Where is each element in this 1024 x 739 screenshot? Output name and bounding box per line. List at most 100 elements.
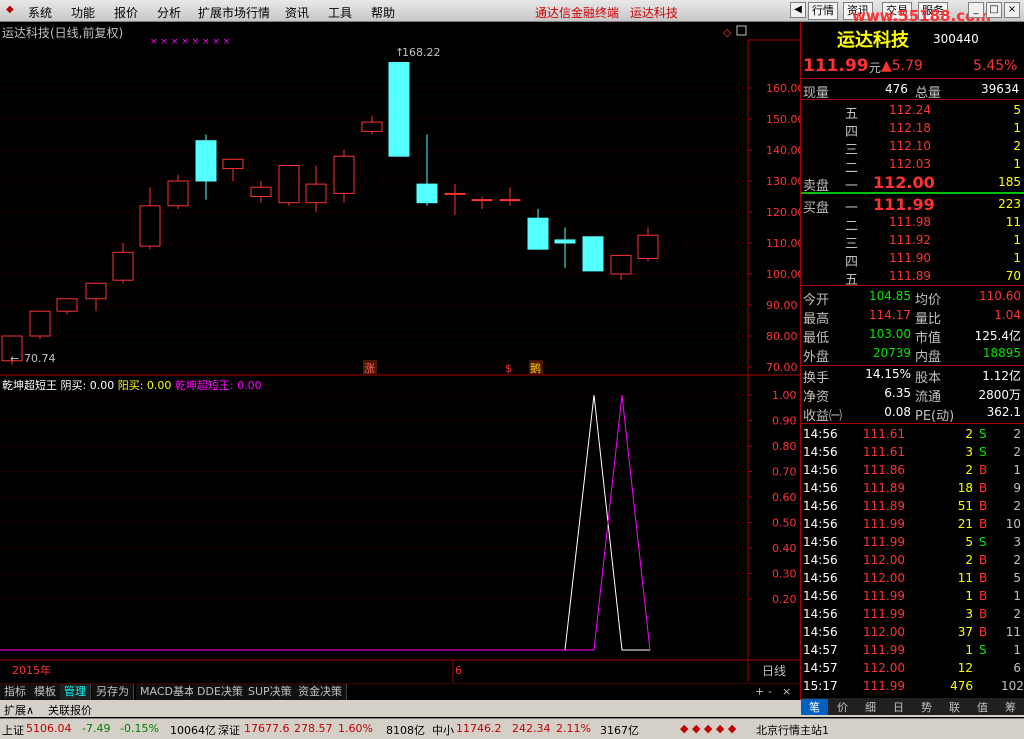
y-axis-label: 140.00 xyxy=(766,144,800,157)
candle-body xyxy=(278,165,300,204)
high-price-label: 168.22 xyxy=(402,46,441,59)
bid-level-row[interactable]: 五 111.89 70 xyxy=(801,268,1024,288)
logo-icon: ◆ xyxy=(6,4,14,15)
indicator-item-qiankun: 乾坤超短王: 0.00 xyxy=(174,379,262,392)
indicator-item-yangmai: 阳买: 0.00 xyxy=(117,379,172,392)
indicator-axis-label: 1.00 xyxy=(772,389,797,402)
bid-level-row[interactable]: 四 111.90 1 xyxy=(801,250,1024,270)
quote-tab[interactable]: 日 xyxy=(885,699,912,715)
tab-sup[interactable]: SUP决策 xyxy=(244,684,297,700)
candle-body xyxy=(499,199,521,202)
y-axis-label: 100.00 xyxy=(766,268,800,281)
quote-tab[interactable]: 联 xyxy=(941,699,968,715)
last-price: 111.99 xyxy=(803,56,869,76)
candle-body xyxy=(554,239,576,244)
volume-row: 现量 476 总量 39634 xyxy=(803,82,1020,101)
candle-body xyxy=(582,236,604,272)
zoom-out-icon[interactable]: - xyxy=(768,685,772,698)
quote-tab[interactable]: 势 xyxy=(913,699,940,715)
close-tab-icon[interactable]: × xyxy=(782,685,791,698)
menu-item-extended-market[interactable]: 扩展市场行情 xyxy=(198,4,270,21)
menu-item-quote[interactable]: 报价 xyxy=(114,4,138,21)
chart-window-icon[interactable] xyxy=(736,25,747,36)
candle-body xyxy=(333,155,355,194)
candle-body xyxy=(139,205,161,247)
quote-tab[interactable]: 价 xyxy=(829,699,856,715)
tab-manage[interactable]: 管理 xyxy=(60,684,91,700)
chart-diamond-icon: ◇ xyxy=(723,26,732,39)
candle-body xyxy=(471,199,493,202)
indicator-axis-label: 0.30 xyxy=(772,568,797,581)
tab-dde[interactable]: DDE决策 xyxy=(193,684,248,700)
kline-chart[interactable]: ◇ 160.00 150.00 140.00 130.00 120.00 110.00 10… xyxy=(0,22,800,683)
tab-indicator[interactable]: 指标 xyxy=(0,684,31,700)
tick-row: 14:57 112.00 12 6 xyxy=(803,661,1021,675)
zoom-in-icon[interactable]: + xyxy=(755,685,764,698)
ask-level-row[interactable]: 五 112.24 5 xyxy=(801,102,1024,122)
related-quote-button[interactable]: 关联报价 xyxy=(48,702,92,718)
y-axis-label: 80.00 xyxy=(766,330,798,343)
tab-save-as[interactable]: 另存为 xyxy=(92,684,134,700)
menu-item-help[interactable]: 帮助 xyxy=(371,4,395,21)
stock-title: 运达科技 xyxy=(630,6,679,20)
app-title: 通达信金融终端 xyxy=(535,6,620,20)
indicator-name: 乾坤超短王 xyxy=(2,379,57,392)
low-arrow-icon: ← xyxy=(10,352,19,365)
y-axis-label: 90.00 xyxy=(766,299,798,312)
y-axis-label: 160.00 xyxy=(766,82,800,95)
candle-body xyxy=(388,62,410,157)
candle-body xyxy=(610,254,632,275)
bid-level-row[interactable]: 买盘一 111.99 223 xyxy=(801,195,1024,216)
quote-tab[interactable]: 细 xyxy=(857,699,884,715)
menu-item-analysis[interactable]: 分析 xyxy=(157,4,181,21)
svg-text:× × × × × × × ×: × × × × × × × × xyxy=(150,37,230,47)
candle-body xyxy=(416,183,438,204)
indicator-axis-label: 0.50 xyxy=(772,517,797,530)
menu-item-function[interactable]: 功能 xyxy=(71,4,95,21)
menu-item-tools[interactable]: 工具 xyxy=(328,4,352,21)
high-arrow-icon: ↑ xyxy=(395,46,404,59)
price-change: ▲5.79 xyxy=(881,58,923,74)
prev-arrow-icon[interactable]: ◀ xyxy=(790,2,806,18)
close-icon[interactable]: × xyxy=(1004,2,1020,18)
menu-item-system[interactable]: 系统 xyxy=(28,4,52,21)
candle-body xyxy=(527,217,549,250)
tab-template[interactable]: 模板 xyxy=(30,684,61,700)
chart-tab-bar: 指标 模板 管理 另存为 MACD基本 DDE决策 SUP决策 资金决策 + -… xyxy=(0,683,800,700)
tab-fund[interactable]: 资金决策 xyxy=(294,684,347,700)
tick-row: 14:56 111.99 1 B 1 xyxy=(803,589,1021,603)
stock-name: 运达科技 xyxy=(837,30,909,51)
minimize-icon[interactable]: _ xyxy=(968,2,984,18)
ask-level-row[interactable]: 二 112.03 1 xyxy=(801,156,1024,176)
candle-body xyxy=(444,192,466,195)
quote-tab[interactable]: 笔 xyxy=(801,699,828,715)
indicator-title: 乾坤超短王 阴买: 0.00 阳买: 0.00 乾坤超短王: 0.00 xyxy=(2,377,262,393)
bid-level-row[interactable]: 二 111.98 11 xyxy=(801,214,1024,234)
quote-button[interactable]: 行情 xyxy=(808,2,838,20)
indicator-axis-label: 0.80 xyxy=(772,440,797,453)
candle-body xyxy=(167,180,189,207)
price-change-pct: 5.45% xyxy=(973,58,1018,74)
bid-level-row[interactable]: 三 111.92 1 xyxy=(801,232,1024,252)
period-label[interactable]: 日线 xyxy=(762,664,786,678)
expand-button[interactable]: 扩展∧ xyxy=(4,702,34,718)
menu-item-news[interactable]: 资讯 xyxy=(285,4,309,21)
quote-tab[interactable]: 筹 xyxy=(997,699,1024,715)
price-unit: 元 xyxy=(869,61,882,75)
candle-body xyxy=(56,298,78,312)
maximize-icon[interactable]: □ xyxy=(986,2,1002,18)
low-price-label: 70.74 xyxy=(24,352,56,365)
stat-row: 最高 114.17 量比 1.04 xyxy=(803,308,1021,327)
stat-row: 净资 6.35 流通 2800万 xyxy=(803,386,1021,405)
candle-body xyxy=(305,183,327,204)
ask-level-row[interactable]: 卖盘一 112.00 185 xyxy=(801,173,1024,194)
tab-macd[interactable]: MACD基本 xyxy=(136,684,200,700)
y-axis-label: 120.00 xyxy=(766,206,800,219)
candle-body xyxy=(29,310,51,337)
candle-body xyxy=(637,234,659,259)
ask-level-row[interactable]: 三 112.10 2 xyxy=(801,138,1024,158)
ask-level-row[interactable]: 四 112.18 1 xyxy=(801,120,1024,140)
quote-tab[interactable]: 值 xyxy=(969,699,996,715)
tick-row: 14:56 111.99 21 B 10 xyxy=(803,517,1021,531)
indicator-axis-label: 0.70 xyxy=(772,466,797,479)
